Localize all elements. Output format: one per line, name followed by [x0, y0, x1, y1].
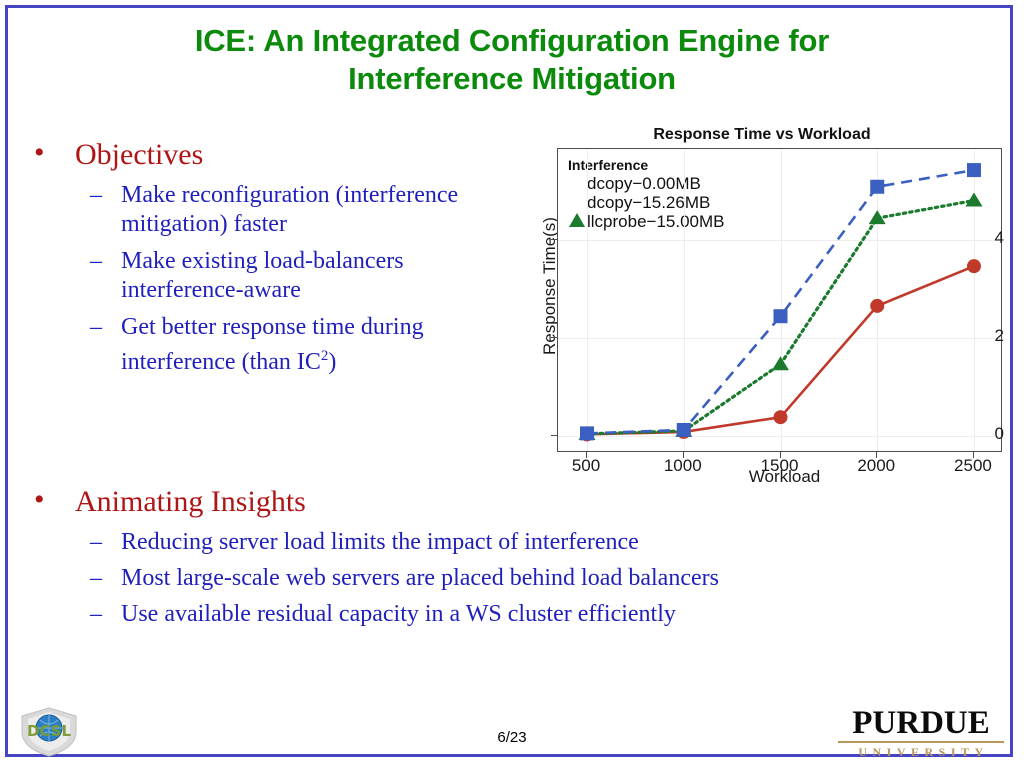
chart-data-point — [870, 298, 885, 313]
chart-plot-area: Interference dcopy−0.00MB dcopy−15.26MB … — [557, 148, 1002, 452]
chart-data-point — [772, 356, 789, 371]
chart-x-tick-mark — [779, 452, 781, 458]
chart-x-tick-label: 500 — [571, 456, 601, 475]
dcsl-logo: DCSL — [18, 706, 80, 758]
chart-x-tick-mark — [876, 452, 878, 458]
section-heading-objectives: Objectives — [28, 134, 528, 173]
chart-x-tick-mark — [586, 452, 588, 458]
chart-x-tick-label: 2500 — [954, 456, 992, 475]
chart-data-point — [870, 179, 885, 194]
list-item: Make reconfiguration (interference mitig… — [28, 181, 528, 239]
chart-data-point — [965, 192, 983, 207]
chart-data-point — [966, 163, 981, 178]
chart-y-tick-label: 0 — [994, 423, 1004, 443]
chart-series-layer — [578, 163, 983, 442]
chart-y-tick-label: 4 — [994, 227, 1004, 247]
purdue-rule — [838, 741, 1004, 743]
list-item: Get better response time during interfer… — [28, 313, 528, 377]
objectives-section: Objectives Make reconfiguration (interfe… — [28, 134, 528, 377]
page-title-line-1: ICE: An Integrated Configuration Engine … — [194, 23, 830, 58]
purdue-logo: PURDUE UNIVERSITY — [836, 706, 1006, 760]
list-item: Use available residual capacity in a WS … — [28, 600, 958, 628]
list-item: Reducing server load limits the impact o… — [28, 528, 958, 556]
dcsl-logo-icon: DCSL — [21, 707, 77, 757]
chart-data-point — [773, 410, 788, 425]
chart-title: Response Time vs Workload — [653, 126, 871, 143]
chart-x-tick-mark — [682, 452, 684, 458]
purdue-wordmark: PURDUE — [852, 705, 990, 741]
slide: ICE: An Integrated Configuration Engine … — [0, 0, 1024, 768]
chart-y-tick-label: 2 — [994, 325, 1004, 345]
chart-x-tick-label: 1500 — [760, 456, 799, 475]
chart-x-tick-label: 1000 — [663, 456, 702, 475]
chart-series-line — [586, 264, 975, 436]
animating-insights-section: Animating Insights Reducing server load … — [28, 481, 958, 628]
chart-data-point — [580, 426, 595, 441]
page-number: 6/23 — [497, 729, 527, 746]
chart-x-tick-label: 2000 — [857, 456, 896, 475]
chart-y-tick-mark — [551, 434, 557, 436]
chart-data-point — [676, 422, 691, 437]
svg-text:DCSL: DCSL — [27, 722, 72, 740]
page-title: ICE: An Integrated Configuration Engine … — [62, 22, 962, 98]
chart-data-point — [773, 309, 788, 324]
page-title-line-2: Interference Mitigation — [348, 61, 676, 96]
chart-y-tick-mark — [551, 238, 557, 240]
purdue-university-text: UNIVERSITY — [858, 745, 989, 759]
chart-x-tick-mark — [972, 452, 974, 458]
list-item: Make existing load-balancers interferenc… — [28, 247, 528, 305]
list-item: Most large-scale web servers are placed … — [28, 564, 958, 592]
chart-data-point — [966, 259, 981, 274]
chart-y-tick-mark — [551, 336, 557, 338]
response-time-chart: Response Time vs Workload Response Time(… — [512, 126, 1012, 498]
